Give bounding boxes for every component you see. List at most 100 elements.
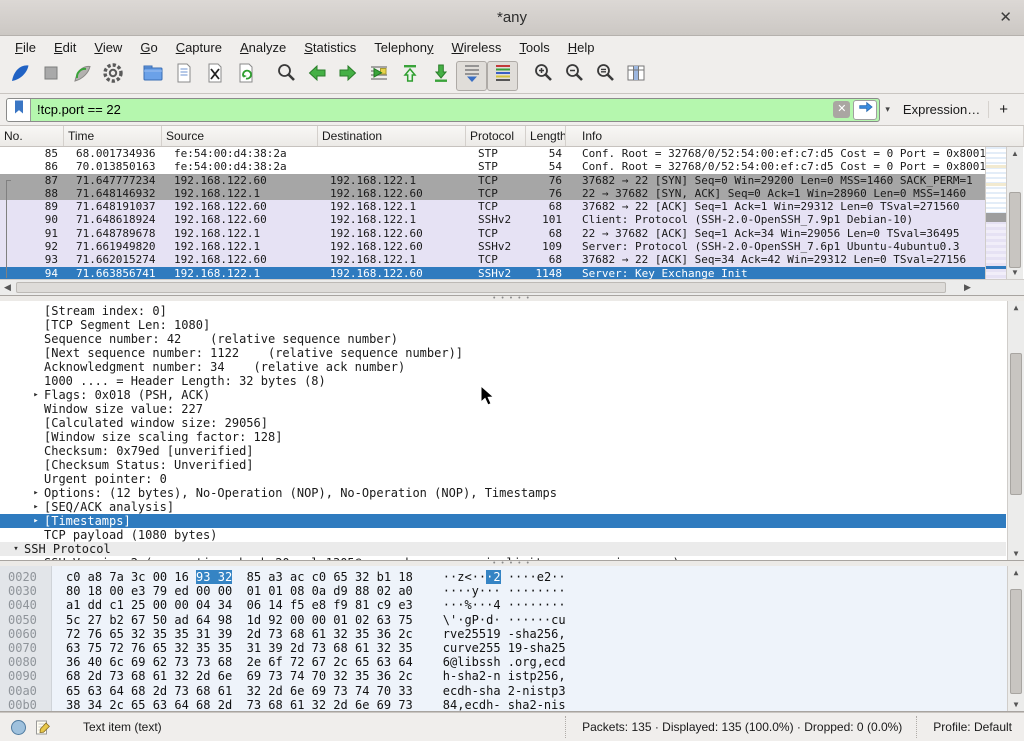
detail-row[interactable]: Acknowledgment number: 34 (relative ack … <box>0 360 1006 374</box>
close-icon[interactable]: ✕ <box>999 8 1012 26</box>
go-forward-button[interactable] <box>332 61 363 91</box>
menu-capture[interactable]: Capture <box>167 39 231 56</box>
hex-row-0090[interactable]: 009068 2d 73 68 61 32 2d 6e 69 73 74 70 … <box>0 669 1024 683</box>
filter-apply-button[interactable] <box>853 100 877 120</box>
detail-row[interactable]: Sequence number: 42 (relative sequence n… <box>0 332 1006 346</box>
capture-options-button[interactable] <box>97 61 128 91</box>
collapse-arrow-icon[interactable]: ▾ <box>8 542 24 556</box>
packet-row-90[interactable]: 9071.648618924192.168.122.60192.168.122.… <box>0 213 985 226</box>
filter-clear-icon[interactable]: ✕ <box>833 101 850 118</box>
hex-row-0070[interactable]: 007063 75 72 76 65 32 35 35 31 39 2d 73 … <box>0 641 1024 655</box>
packet-row-89[interactable]: 8971.648191037192.168.122.60192.168.122.… <box>0 200 985 213</box>
packet-row-86[interactable]: 8670.013850163fe:54:00:d4:38:2aSTP54Conf… <box>0 160 985 173</box>
scroll-down-icon[interactable]: ▼ <box>1008 700 1024 709</box>
detail-row[interactable]: ▸[SEQ/ACK analysis] <box>0 500 1006 514</box>
detail-row[interactable]: [Checksum Status: Unverified] <box>0 458 1006 472</box>
menu-wireless[interactable]: Wireless <box>443 39 511 56</box>
scroll-thumb[interactable] <box>1010 589 1022 693</box>
menu-go[interactable]: Go <box>131 39 166 56</box>
detail-row[interactable]: [Window size scaling factor: 128] <box>0 430 1006 444</box>
find-packet-button[interactable] <box>270 61 301 91</box>
capture-comment-icon[interactable] <box>35 719 51 736</box>
menu-tools[interactable]: Tools <box>510 39 558 56</box>
detail-row[interactable]: TCP payload (1080 bytes) <box>0 528 1006 542</box>
hex-row-00a0[interactable]: 00a065 63 64 68 2d 73 68 61 32 2d 6e 69 … <box>0 684 1024 698</box>
menu-view[interactable]: View <box>85 39 131 56</box>
open-file-button[interactable] <box>137 61 168 91</box>
detail-row[interactable]: [Next sequence number: 1122 (relative se… <box>0 346 1006 360</box>
close-file-button[interactable] <box>199 61 230 91</box>
selected-bytes[interactable]: 93 32 <box>196 570 232 584</box>
expand-arrow-icon[interactable]: ▸ <box>28 388 44 402</box>
restart-capture-button[interactable] <box>66 61 97 91</box>
packet-row-93[interactable]: 9371.662015274192.168.122.60192.168.122.… <box>0 253 985 266</box>
filter-bookmark-button[interactable] <box>7 99 31 121</box>
detail-row[interactable]: Checksum: 0x79ed [unverified] <box>0 444 1006 458</box>
expression-button[interactable]: Expression… <box>895 102 988 117</box>
save-file-button[interactable] <box>168 61 199 91</box>
column-header-destination[interactable]: Destination <box>318 126 466 146</box>
zoom-original-button[interactable] <box>589 61 620 91</box>
expand-arrow-icon[interactable]: ▸ <box>28 486 44 500</box>
scroll-thumb[interactable] <box>1009 192 1021 269</box>
expand-arrow-icon[interactable]: ▸ <box>28 500 44 514</box>
packet-row-94[interactable]: 9471.663856741192.168.122.1192.168.122.6… <box>0 267 985 279</box>
colorize-button[interactable] <box>487 61 518 91</box>
menu-edit[interactable]: Edit <box>45 39 85 56</box>
scroll-up-icon[interactable]: ▲ <box>1007 149 1023 158</box>
scroll-down-icon[interactable]: ▼ <box>1007 268 1023 277</box>
packet-row-88[interactable]: 8871.648146932192.168.122.1192.168.122.6… <box>0 187 985 200</box>
scroll-down-icon[interactable]: ▼ <box>1008 549 1024 558</box>
hex-row-0080[interactable]: 008036 40 6c 69 62 73 73 68 2e 6f 72 67 … <box>0 655 1024 669</box>
menu-help[interactable]: Help <box>559 39 604 56</box>
resize-columns-button[interactable] <box>620 61 651 91</box>
column-header-source[interactable]: Source <box>162 126 318 146</box>
zoom-out-button[interactable] <box>558 61 589 91</box>
packet-row-92[interactable]: 9271.661949820192.168.122.1192.168.122.6… <box>0 240 985 253</box>
scroll-up-icon[interactable]: ▲ <box>1008 568 1024 577</box>
detail-row[interactable]: ▾SSH Protocol <box>0 542 1006 556</box>
hex-row-0020[interactable]: 0020c0 a8 7a 3c 00 16 93 32 85 a3 ac c0 … <box>0 570 1024 584</box>
column-header-length[interactable]: Length <box>526 126 566 146</box>
hex-row-0040[interactable]: 0040a1 dd c1 25 00 00 04 34 06 14 f5 e8 … <box>0 598 1024 612</box>
go-to-packet-button[interactable] <box>363 61 394 91</box>
hscroll-thumb[interactable] <box>16 282 946 293</box>
detail-row[interactable]: [Calculated window size: 29056] <box>0 416 1006 430</box>
add-filter-button[interactable]: + <box>988 101 1018 118</box>
packet-row-87[interactable]: 8771.647777234192.168.122.60192.168.122.… <box>0 174 985 187</box>
go-to-top-button[interactable] <box>394 61 425 91</box>
detail-row[interactable]: ▸[Timestamps] <box>0 514 1006 528</box>
detail-row[interactable]: Urgent pointer: 0 <box>0 472 1006 486</box>
detail-row[interactable]: ▸SSH Version 2 (encryption:chacha20-poly… <box>0 556 1006 561</box>
scroll-right-icon[interactable]: ▶ <box>964 282 971 293</box>
packet-row-85[interactable]: 8568.001734936fe:54:00:d4:38:2aSTP54Conf… <box>0 147 985 160</box>
column-header-time[interactable]: Time <box>64 126 162 146</box>
detail-row[interactable]: [Stream index: 0] <box>0 304 1006 318</box>
hex-row-00b0[interactable]: 00b038 34 2c 65 63 64 68 2d 73 68 61 32 … <box>0 698 1024 712</box>
go-to-bottom-button[interactable] <box>425 61 456 91</box>
scroll-thumb[interactable] <box>1010 353 1022 495</box>
detail-row[interactable]: Window size value: 227 <box>0 402 1006 416</box>
go-back-button[interactable] <box>301 61 332 91</box>
auto-scroll-button[interactable] <box>456 61 487 91</box>
menu-analyze[interactable]: Analyze <box>231 39 295 56</box>
detail-row[interactable]: ▸Options: (12 bytes), No-Operation (NOP)… <box>0 486 1006 500</box>
start-capture-button[interactable] <box>4 61 35 91</box>
column-header-info[interactable]: Info <box>566 126 1024 146</box>
packet-list-minimap[interactable] <box>985 147 1006 279</box>
hex-row-0030[interactable]: 003080 18 00 e3 79 ed 00 00 01 01 08 0a … <box>0 584 1024 598</box>
bytes-vscrollbar[interactable]: ▲ ▼ <box>1007 566 1024 711</box>
menu-telephony[interactable]: Telephony <box>365 39 442 56</box>
reload-file-button[interactable] <box>230 61 261 91</box>
packet-list-hscrollbar[interactable]: ◀ ▶ <box>0 279 1024 295</box>
detail-row[interactable]: 1000 .... = Header Length: 32 bytes (8) <box>0 374 1006 388</box>
display-filter-input[interactable] <box>31 102 833 117</box>
hex-row-0060[interactable]: 006072 76 65 32 35 35 31 39 2d 73 68 61 … <box>0 627 1024 641</box>
packet-row-91[interactable]: 9171.648789678192.168.122.1192.168.122.6… <box>0 227 985 240</box>
packet-list-vscrollbar[interactable]: ▲ ▼ <box>1006 147 1023 279</box>
detail-row[interactable]: [TCP Segment Len: 1080] <box>0 318 1006 332</box>
menu-file[interactable]: File <box>6 39 45 56</box>
scroll-left-icon[interactable]: ◀ <box>4 282 11 293</box>
stop-capture-button[interactable] <box>35 61 66 91</box>
column-header-protocol[interactable]: Protocol <box>466 126 526 146</box>
